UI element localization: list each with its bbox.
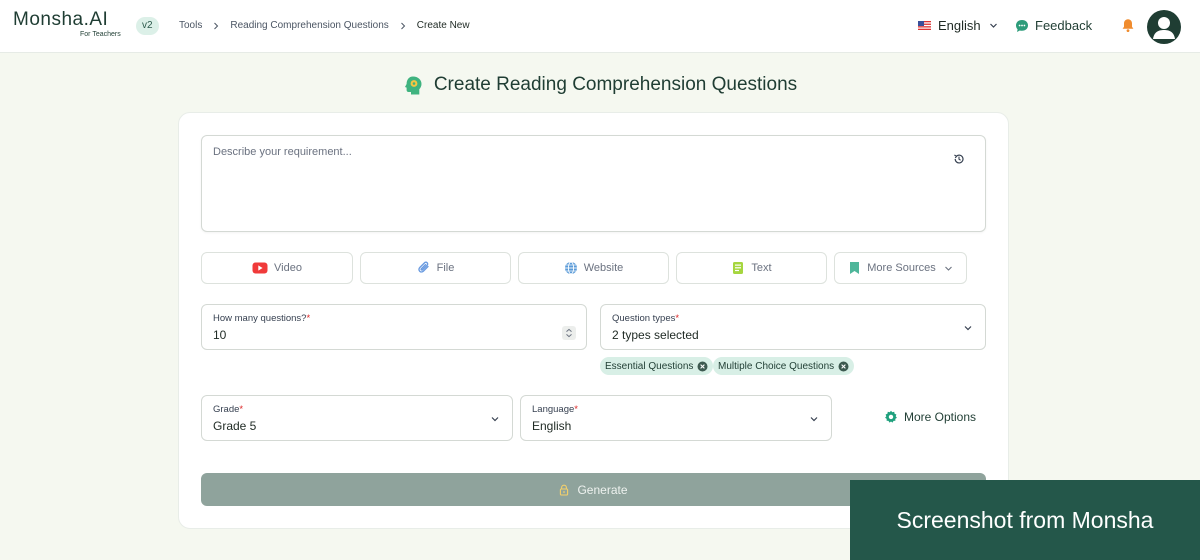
page-title-row: Create Reading Comprehension Questions — [0, 74, 1200, 96]
user-avatar[interactable] — [1147, 10, 1181, 44]
chevron-right-icon — [400, 22, 406, 29]
page-title: Create Reading Comprehension Questions — [433, 74, 798, 95]
breadcrumb: Tools Reading Comprehension Questions Cr… — [179, 20, 470, 31]
chat-bubble-icon — [1016, 19, 1028, 32]
required-marker: * — [574, 404, 578, 415]
required-marker: * — [306, 313, 311, 324]
text-document-icon — [733, 262, 744, 274]
globe-icon — [564, 261, 577, 275]
gear-icon — [885, 410, 897, 423]
chevron-right-icon — [214, 22, 219, 29]
top-header: Monsha.AI For Teachers v2 Tools Reading … — [0, 0, 1200, 53]
chip-essential-questions: Essential Questions — [600, 357, 714, 375]
feedback-label: Feedback — [1035, 18, 1093, 33]
required-marker: * — [239, 404, 244, 415]
language-field-value: English — [532, 419, 572, 433]
paperclip-icon — [417, 261, 429, 273]
version-badge: v2 — [136, 17, 159, 35]
requirement-placeholder: Describe your requirement... — [213, 146, 352, 158]
chevron-down-icon — [944, 266, 952, 271]
language-label: English — [938, 18, 981, 33]
requirement-textarea[interactable]: Describe your requirement... — [201, 135, 986, 232]
generate-label: Generate — [577, 482, 628, 497]
bell-icon[interactable] — [1121, 18, 1135, 33]
questions-count-field[interactable]: How many questions?* 10 — [201, 304, 587, 350]
chip-label: Essential Questions — [605, 360, 694, 372]
questions-count-value: 10 — [213, 328, 227, 342]
language-selector[interactable]: English — [918, 18, 998, 33]
grade-value: Grade 5 — [213, 419, 257, 433]
source-text-label: Text — [751, 262, 772, 274]
chevron-down-icon — [964, 326, 972, 331]
more-sources-label: More Sources — [867, 262, 936, 274]
feedback-button[interactable]: Feedback — [1015, 18, 1092, 33]
language-select[interactable]: Language* English — [520, 395, 832, 441]
history-icon[interactable] — [953, 153, 965, 165]
grade-select[interactable]: Grade* Grade 5 — [201, 395, 513, 441]
logo[interactable]: Monsha.AI For Teachers — [13, 9, 121, 39]
more-sources-button[interactable]: More Sources — [834, 252, 967, 284]
bookmark-icon — [850, 262, 860, 274]
youtube-icon — [252, 262, 268, 274]
screenshot-watermark: Screenshot from Monsha — [850, 480, 1200, 560]
logo-subtitle: For Teachers — [80, 31, 121, 38]
required-marker: * — [675, 313, 680, 324]
more-options-button[interactable]: More Options — [884, 410, 976, 424]
chevron-down-icon — [810, 417, 818, 422]
source-file-label: File — [436, 262, 455, 274]
source-website-label: Website — [583, 262, 624, 274]
source-website-button[interactable]: Website — [518, 252, 669, 284]
logo-text: Monsha.AI — [13, 9, 109, 30]
more-options-label: More Options — [904, 410, 977, 424]
breadcrumb-reading-comprehension[interactable]: Reading Comprehension Questions — [230, 20, 388, 31]
breadcrumb-current: Create New — [416, 20, 470, 31]
question-types-label: Question types* — [612, 313, 680, 324]
breadcrumb-tools[interactable]: Tools — [179, 20, 202, 31]
source-video-label: Video — [274, 262, 302, 274]
brain-head-icon — [404, 76, 422, 94]
user-icon — [1153, 17, 1175, 39]
source-text-button[interactable]: Text — [676, 252, 827, 284]
chip-label: Multiple Choice Questions — [718, 360, 835, 372]
questions-count-label: How many questions?* — [213, 313, 311, 324]
language-field-label: Language* — [532, 404, 578, 415]
watermark-text: Screenshot from Monsha — [896, 506, 1154, 533]
source-file-button[interactable]: File — [360, 252, 511, 284]
number-stepper[interactable] — [562, 326, 576, 340]
grade-label: Grade* — [213, 404, 244, 415]
chip-multiple-choice-questions: Multiple Choice Questions — [713, 357, 855, 375]
question-types-select[interactable]: Question types* 2 types selected — [600, 304, 986, 350]
remove-chip-icon[interactable] — [697, 361, 708, 372]
chevron-down-icon — [491, 417, 499, 422]
chevron-down-icon — [989, 23, 997, 28]
us-flag-icon — [918, 21, 931, 30]
stepper-arrows-icon — [566, 328, 572, 338]
remove-chip-icon[interactable] — [838, 361, 849, 372]
source-video-button[interactable]: Video — [201, 252, 353, 284]
lock-icon — [560, 484, 569, 496]
question-types-value: 2 types selected — [612, 328, 699, 342]
